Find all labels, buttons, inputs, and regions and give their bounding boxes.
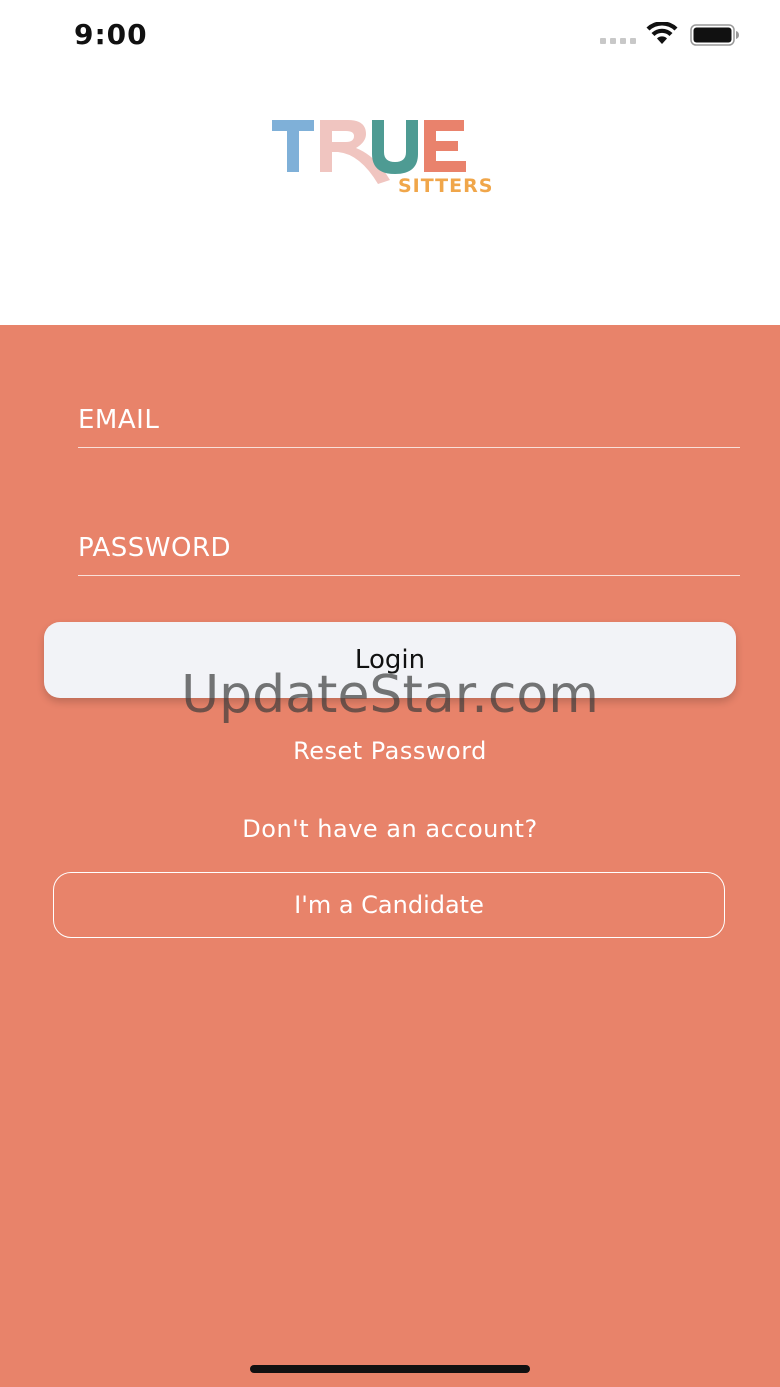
password-input[interactable]: [78, 533, 740, 563]
login-panel: Login UpdateStar.com Reset Password Don'…: [0, 325, 780, 1387]
logo-sitters-text: SITTERS: [398, 175, 493, 197]
cellular-signal-icon: [600, 38, 636, 44]
login-button[interactable]: Login: [44, 622, 736, 698]
reset-password-link[interactable]: Reset Password: [0, 737, 780, 765]
no-account-text: Don't have an account?: [242, 815, 538, 843]
battery-icon: [690, 24, 739, 46]
header: SITTERS: [0, 72, 780, 325]
true-sitters-logo: SITTERS: [272, 120, 493, 197]
email-field-container: [78, 387, 740, 448]
email-input[interactable]: [78, 405, 740, 435]
wifi-icon: [646, 22, 678, 44]
status-bar: 9:00: [0, 0, 780, 72]
password-field-container: [78, 515, 740, 576]
status-time: 9:00: [74, 18, 148, 51]
candidate-signup-button[interactable]: I'm a Candidate: [53, 872, 725, 938]
home-indicator[interactable]: [250, 1365, 530, 1373]
